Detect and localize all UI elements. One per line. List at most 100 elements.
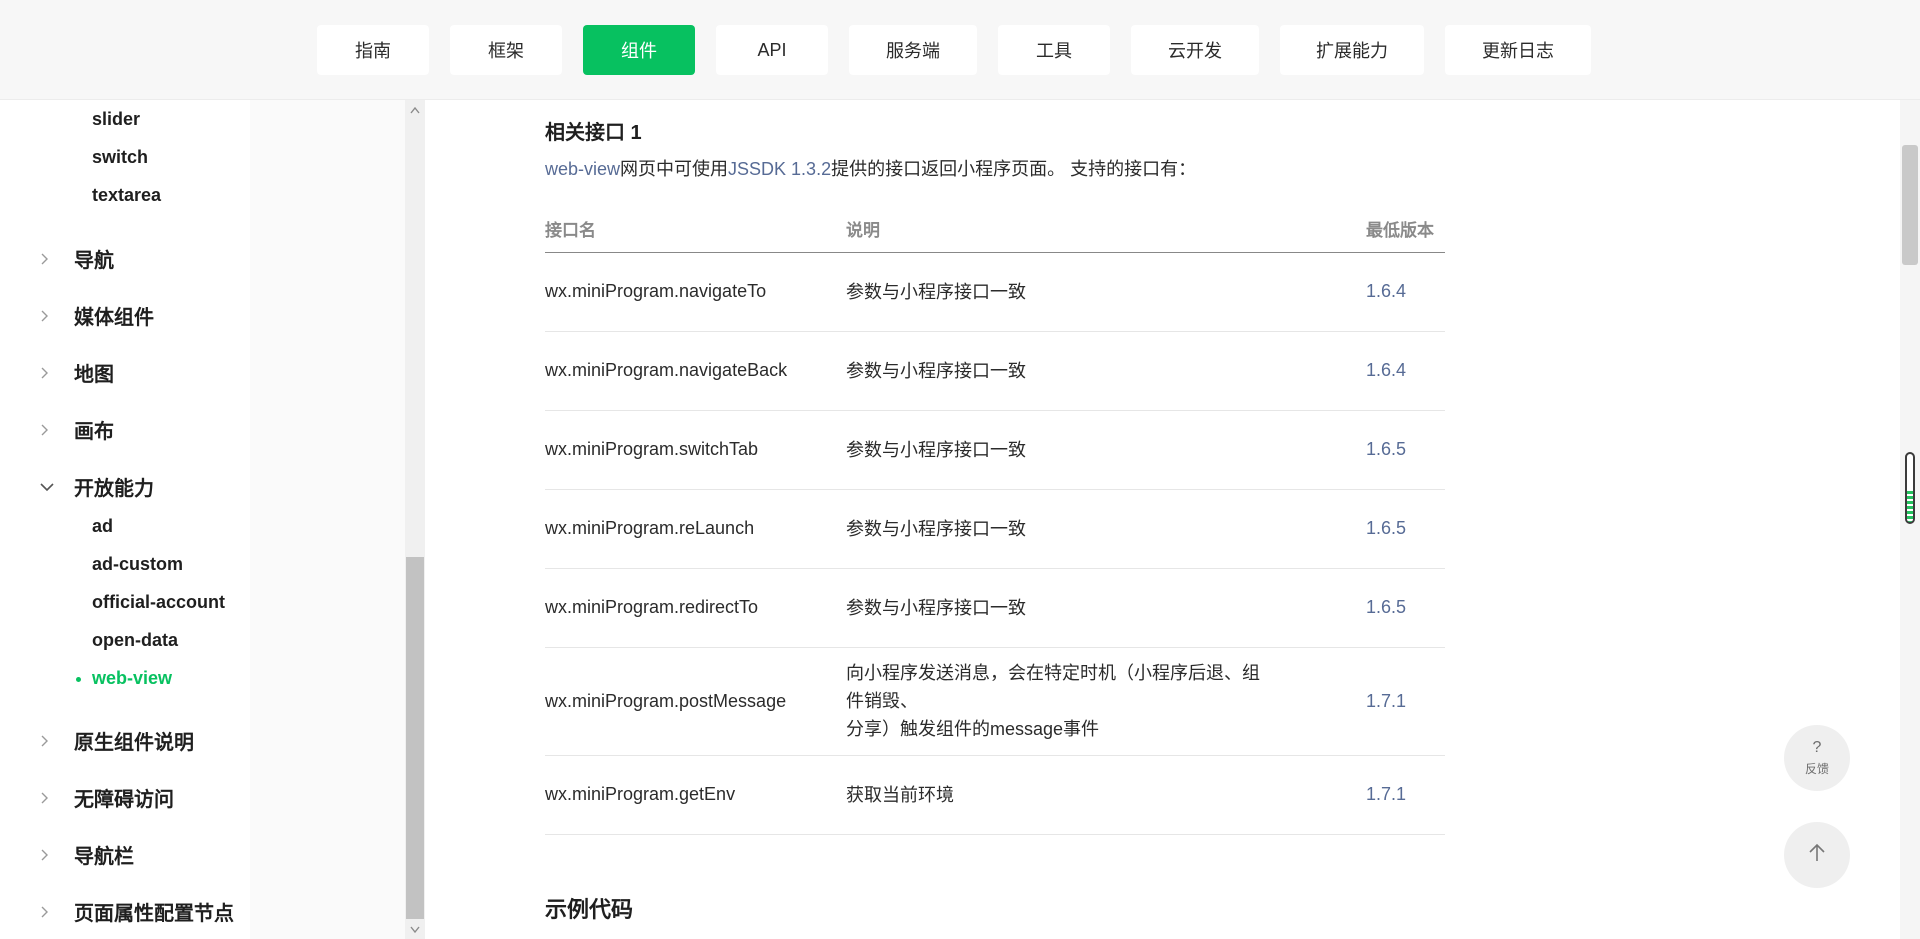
- sidebar-group-native-notes[interactable]: 原生组件说明: [40, 726, 194, 755]
- top-nav: 指南 框架 组件 API 服务端 工具 云开发 扩展能力 更新日志: [317, 25, 1591, 75]
- api-description: 参数与小程序接口一致: [846, 568, 1366, 648]
- api-table: 接口名 说明 最低版本 wx.miniProgram.navigateTo 参数…: [545, 206, 1445, 835]
- api-name: wx.miniProgram.getEnv: [545, 755, 846, 835]
- chevron-right-icon: [40, 424, 74, 436]
- sidebar-item-switch[interactable]: switch: [92, 147, 148, 168]
- back-to-top-button[interactable]: [1784, 822, 1850, 888]
- api-name: wx.miniProgram.redirectTo: [545, 568, 846, 648]
- nav-guide[interactable]: 指南: [317, 25, 429, 75]
- sidebar-group-label: 媒体组件: [74, 307, 154, 329]
- sidebar-group-map[interactable]: 地图: [40, 358, 114, 387]
- api-min-version: 1.6.5: [1366, 568, 1445, 648]
- sidebar-group-open-capabilities[interactable]: 开放能力: [40, 472, 154, 501]
- table-row: wx.miniProgram.getEnv 获取当前环境 1.7.1: [545, 755, 1445, 835]
- chevron-right-icon: [40, 253, 74, 265]
- table-row: wx.miniProgram.reLaunch 参数与小程序接口一致 1.6.5: [545, 489, 1445, 569]
- sidebar-group-canvas[interactable]: 画布: [40, 415, 114, 444]
- sidebar-group-navbar[interactable]: 导航栏: [40, 840, 134, 869]
- nav-components[interactable]: 组件: [583, 25, 695, 75]
- description-line: 参数与小程序接口一致: [846, 518, 1026, 539]
- sidebar-group-label: 开放能力: [74, 478, 154, 500]
- chevron-right-icon: [40, 849, 74, 861]
- sidebar-group-label: 地图: [74, 364, 114, 386]
- sidebar-group-label: 画布: [74, 421, 114, 443]
- column-header-description: 说明: [846, 206, 1366, 253]
- section-title: 相关接口 1: [545, 122, 642, 144]
- api-min-version: 1.6.5: [1366, 489, 1445, 569]
- api-description: 参数与小程序接口一致: [846, 410, 1366, 490]
- page-scrollbar[interactable]: [1900, 0, 1920, 939]
- chevron-right-icon: [40, 367, 74, 379]
- sidebar-item-ad-custom[interactable]: ad-custom: [92, 554, 183, 575]
- sidebar-scrollbar-thumb[interactable]: [406, 557, 424, 919]
- top-navigation-bar: 指南 框架 组件 API 服务端 工具 云开发 扩展能力 更新日志: [0, 0, 1920, 100]
- example-code-heading: 示例代码: [545, 897, 634, 922]
- description-line: 参数与小程序接口一致: [846, 360, 1026, 381]
- api-name: wx.miniProgram.reLaunch: [545, 489, 846, 569]
- sidebar-item-open-data[interactable]: open-data: [92, 630, 178, 651]
- column-header-name: 接口名: [545, 206, 846, 253]
- nav-tools[interactable]: 工具: [998, 25, 1110, 75]
- api-min-version: 1.6.5: [1366, 410, 1445, 490]
- nav-cloud-dev[interactable]: 云开发: [1131, 25, 1259, 75]
- table-header-row: 接口名 说明 最低版本: [545, 206, 1445, 253]
- sidebar-group-accessibility[interactable]: 无障碍访问: [40, 783, 174, 812]
- description-line: 参数与小程序接口一致: [846, 597, 1026, 618]
- api-description: 参数与小程序接口一致: [846, 489, 1366, 569]
- column-header-min-version: 最低版本: [1366, 206, 1445, 253]
- intro-text-1: 网页中可使用: [620, 159, 729, 179]
- feedback-label: 反馈: [1804, 761, 1829, 776]
- sidebar-item-slider[interactable]: slider: [92, 109, 140, 130]
- sidebar-group-media[interactable]: 媒体组件: [40, 301, 154, 330]
- description-line: 参数与小程序接口一致: [846, 281, 1026, 302]
- arrow-up-icon: [1808, 843, 1826, 868]
- jssdk-link[interactable]: JSSDK 1.3.2: [728, 159, 831, 179]
- api-min-version: 1.7.1: [1366, 755, 1445, 835]
- feedback-button[interactable]: ? 反馈: [1784, 725, 1850, 791]
- chevron-right-icon: [40, 735, 74, 747]
- nav-changelog[interactable]: 更新日志: [1445, 25, 1591, 75]
- nav-framework[interactable]: 框架: [450, 25, 562, 75]
- sidebar-group-label: 导航栏: [74, 846, 134, 868]
- battery-indicator-icon: [1905, 452, 1915, 524]
- intro-paragraph: web-view网页中可使用JSSDK 1.3.2提供的接口返回小程序页面。 支…: [545, 155, 1196, 181]
- description-line: 参数与小程序接口一致: [846, 439, 1026, 460]
- nav-server[interactable]: 服务端: [849, 25, 977, 75]
- active-dot-icon: [76, 677, 81, 682]
- page-scrollbar-thumb[interactable]: [1902, 145, 1918, 265]
- description-line: 获取当前环境: [846, 784, 954, 805]
- nav-api[interactable]: API: [716, 25, 828, 75]
- table-row: wx.miniProgram.postMessage 向小程序发送消息，会在特定…: [545, 647, 1445, 756]
- api-min-version: 1.6.4: [1366, 331, 1445, 411]
- sidebar-item-web-view[interactable]: web-view: [92, 668, 172, 689]
- api-name: wx.miniProgram.switchTab: [545, 410, 846, 490]
- sidebar-scrollbar[interactable]: [405, 100, 425, 939]
- api-description: 参数与小程序接口一致: [846, 331, 1366, 411]
- api-min-version: 1.7.1: [1366, 647, 1445, 756]
- chevron-down-icon: [40, 482, 74, 492]
- sidebar-group-label: 页面属性配置节点: [74, 903, 234, 925]
- api-name: wx.miniProgram.navigateBack: [545, 331, 846, 411]
- api-description: 向小程序发送消息，会在特定时机（小程序后退、组件销毁、 分享）触发组件的mess…: [846, 647, 1366, 756]
- sidebar-item-textarea[interactable]: textarea: [92, 185, 161, 206]
- sidebar-group-navigation[interactable]: 导航: [40, 244, 114, 273]
- sidebar-group-page-meta[interactable]: 页面属性配置节点: [40, 897, 234, 926]
- sidebar-background: [250, 100, 405, 939]
- api-name: wx.miniProgram.postMessage: [545, 647, 846, 756]
- scroll-up-arrow-icon[interactable]: [409, 104, 421, 116]
- sidebar-group-label: 原生组件说明: [74, 732, 194, 754]
- table-row: wx.miniProgram.switchTab 参数与小程序接口一致 1.6.…: [545, 410, 1445, 490]
- scroll-down-arrow-icon[interactable]: [409, 923, 421, 935]
- chevron-right-icon: [40, 310, 74, 322]
- chevron-right-icon: [40, 906, 74, 918]
- sidebar-group-label: 导航: [74, 250, 114, 272]
- sidebar-item-ad[interactable]: ad: [92, 516, 113, 537]
- sidebar-group-label: 无障碍访问: [74, 789, 174, 811]
- nav-extensions[interactable]: 扩展能力: [1280, 25, 1424, 75]
- table-row: wx.miniProgram.navigateBack 参数与小程序接口一致 1…: [545, 331, 1445, 411]
- api-description: 获取当前环境: [846, 755, 1366, 835]
- sidebar-item-official-account[interactable]: official-account: [92, 592, 225, 613]
- sidebar: slider switch textarea 导航 媒体组件 地图 画布 开放能…: [0, 100, 250, 939]
- description-line: 分享）触发组件的message事件: [846, 719, 1100, 739]
- web-view-link[interactable]: web-view: [545, 159, 620, 179]
